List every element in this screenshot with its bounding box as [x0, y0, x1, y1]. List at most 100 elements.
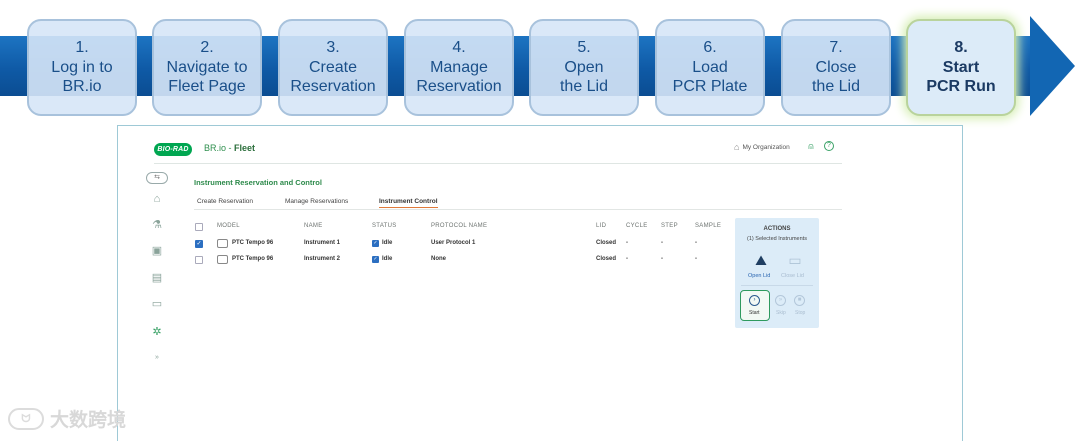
step-number: 6.: [703, 39, 717, 57]
column-header-name: NAME: [304, 223, 323, 229]
stop-icon: ■: [794, 295, 805, 306]
tab-instrument-control[interactable]: Instrument Control: [379, 198, 438, 208]
flask-icon[interactable]: ⚗: [150, 218, 164, 232]
step-8-start-run: 8. Start PCR Run: [906, 19, 1016, 116]
open-lid-button[interactable]: Open Lid: [748, 273, 770, 279]
step-label: PCR Plate: [672, 78, 748, 96]
step-label: Manage: [430, 58, 488, 76]
organization-menu[interactable]: ⌂ My Organization: [734, 142, 790, 152]
column-header-protocol: PROTOCOL NAME: [431, 223, 488, 229]
thermal-cycler-icon: [217, 239, 228, 248]
app-title: BR.io - Fleet: [204, 143, 255, 153]
row-cycle: -: [626, 256, 628, 262]
organization-icon: ⌂: [734, 142, 740, 152]
row-name: Instrument 2: [304, 256, 341, 262]
row-sample: -: [695, 240, 697, 246]
step-label: Open: [564, 58, 604, 76]
actions-selected-count: (1) Selected Instruments: [747, 236, 807, 242]
fleet-icon[interactable]: ✲: [150, 325, 164, 339]
row-step: -: [661, 256, 663, 262]
step-1-login: 1. Log in to BR.io: [27, 19, 137, 116]
step-label: Close: [815, 58, 857, 76]
step-label: Reservation: [416, 78, 502, 96]
step-4-manage-reservation: 4. Manage Reservation: [404, 19, 514, 116]
column-header-cycle: CYCLE: [626, 223, 648, 229]
step-label: PCR Run: [926, 78, 996, 96]
step-label: BR.io: [62, 78, 102, 96]
app-title-prefix: BR.io -: [204, 143, 235, 153]
step-6-load-plate: 6. Load PCR Plate: [655, 19, 765, 116]
row-lid: Closed: [596, 256, 617, 262]
step-2-navigate: 2. Navigate to Fleet Page: [152, 19, 262, 116]
app-title-page: Fleet: [234, 143, 256, 153]
column-header-status: STATUS: [372, 223, 397, 229]
tab-manage-reservations[interactable]: Manage Reservations: [285, 198, 348, 205]
row-checkbox[interactable]: [195, 256, 203, 264]
step-number: 2.: [200, 39, 214, 57]
step-number: 4.: [452, 39, 466, 57]
page-title: Instrument Reservation and Control: [194, 178, 322, 187]
step-label: Start: [942, 58, 980, 76]
open-lid-icon[interactable]: ⛰: [750, 252, 772, 268]
skip-button: Skip: [776, 310, 786, 316]
step-label: Load: [692, 58, 728, 76]
thermal-cycler-icon: [217, 255, 228, 264]
step-label: the Lid: [559, 78, 609, 96]
column-header-model: MODEL: [217, 223, 240, 229]
step-number: 5.: [577, 39, 591, 57]
watermark-logo-icon: ᗢ: [8, 407, 44, 430]
tab-create-reservation[interactable]: Create Reservation: [197, 198, 253, 205]
row-status: Idle: [382, 240, 393, 246]
step-label: Log in to: [51, 58, 113, 76]
step-number: 1.: [75, 39, 89, 57]
step-number: 8.: [954, 39, 968, 57]
step-label: Fleet Page: [168, 78, 246, 96]
watermark: ᗢ 大数跨境: [8, 405, 126, 432]
start-button[interactable]: › Start: [740, 290, 770, 321]
play-icon: ›: [749, 295, 760, 306]
arrow-head: [1030, 16, 1075, 116]
step-number: 3.: [326, 39, 340, 57]
process-banner: 1. Log in to BR.io 2. Navigate to Fleet …: [0, 0, 1080, 120]
row-cycle: -: [626, 240, 628, 246]
sidebar: ⇆ ⌂ ⚗ ▣ ▤ ▭ ✲ »: [146, 172, 168, 372]
step-3-create-reservation: 3. Create Reservation: [278, 19, 388, 116]
row-checkbox[interactable]: ✓: [195, 240, 203, 248]
help-icon[interactable]: ?: [824, 141, 834, 151]
top-bar: BIO-RAD BR.io - Fleet ⌂ My Organization …: [118, 126, 962, 166]
row-sample: -: [695, 256, 697, 262]
column-header-step: STEP: [661, 223, 678, 229]
start-label: Start: [749, 310, 760, 316]
close-lid-button: Close Lid: [781, 273, 804, 279]
app-window: BIO-RAD BR.io - Fleet ⌂ My Organization …: [117, 125, 963, 441]
step-7-close-lid: 7. Close the Lid: [781, 19, 891, 116]
stop-button: Stop: [795, 310, 806, 316]
step-label: Navigate to: [166, 58, 248, 76]
collapse-toggle-icon[interactable]: ⇆: [146, 172, 168, 184]
row-step: -: [661, 240, 663, 246]
home-icon[interactable]: ⌂: [150, 192, 164, 206]
row-name: Instrument 1: [304, 240, 341, 246]
expand-icon[interactable]: »: [150, 351, 164, 365]
row-protocol: User Protocol 1: [431, 240, 476, 246]
tab-bar: Create Reservation Manage Reservations I…: [194, 196, 842, 210]
actions-panel: ACTIONS (1) Selected Instruments ⛰ Open …: [735, 218, 819, 328]
watermark-text: 大数跨境: [50, 410, 127, 431]
status-check-icon: ✓: [372, 256, 379, 263]
status-check-icon: ✓: [372, 240, 379, 247]
clipboard-icon[interactable]: ▣: [150, 244, 164, 258]
select-all-checkbox[interactable]: [195, 223, 203, 231]
row-lid: Closed: [596, 240, 617, 246]
bio-rad-logo: BIO-RAD: [154, 143, 192, 156]
actions-title: ACTIONS: [763, 226, 791, 232]
top-divider: [154, 163, 842, 164]
row-model: PTC Tempo 96: [232, 256, 274, 262]
user-icon[interactable]: ⍝: [806, 141, 816, 151]
step-label: Reservation: [290, 78, 376, 96]
archive-icon[interactable]: ▭: [150, 297, 164, 311]
instrument-icon[interactable]: ▤: [150, 271, 164, 285]
row-model: PTC Tempo 96: [232, 240, 274, 246]
row-status: Idle: [382, 256, 393, 262]
column-header-lid: LID: [596, 223, 607, 229]
actions-divider: [741, 285, 813, 286]
